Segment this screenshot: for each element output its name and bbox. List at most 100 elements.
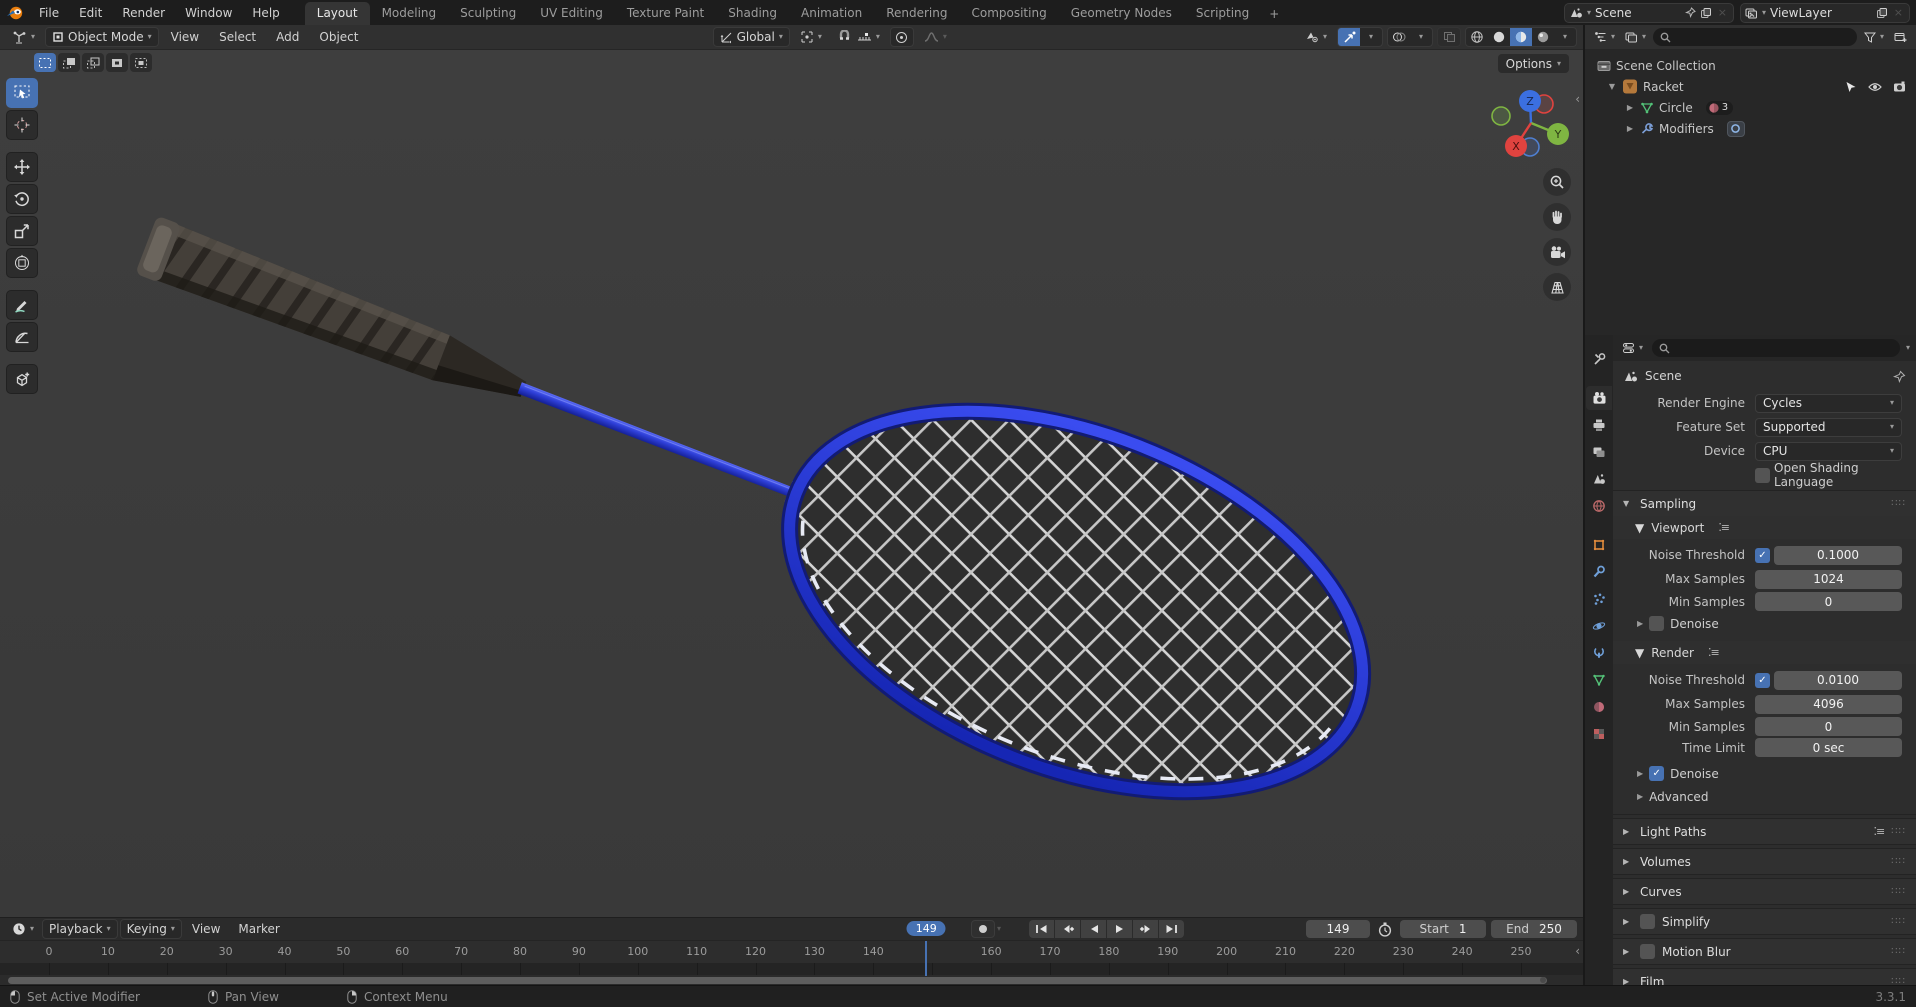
timeline-view-menu[interactable]: View <box>184 919 228 939</box>
viewport-3d[interactable]: Options ▾ Z Y X ‹ <box>0 50 1583 917</box>
zoom-icon[interactable] <box>1543 168 1571 196</box>
outliner-editor-type-button[interactable]: ▾ <box>1591 29 1618 45</box>
sampling-section-header[interactable]: ▼ Sampling ∷∷ <box>1613 491 1916 516</box>
tool-move[interactable] <box>6 152 38 182</box>
pin-icon[interactable] <box>1893 370 1906 383</box>
playhead-frame-pill[interactable]: 149 <box>906 921 946 936</box>
tab-output-properties[interactable] <box>1586 413 1612 437</box>
grip-dots-icon[interactable]: ∷∷ <box>1891 976 1906 985</box>
outliner-filter-button[interactable]: ▾ <box>1861 30 1887 45</box>
jump-to-end-button[interactable] <box>1159 920 1184 938</box>
copy-icon[interactable] <box>1700 7 1712 19</box>
play-reverse-button[interactable] <box>1081 920 1106 938</box>
new-collection-button[interactable] <box>1891 29 1910 45</box>
tab-constraint-properties[interactable] <box>1586 641 1612 665</box>
section-film[interactable]: ▶ Film ∷∷ <box>1613 968 1916 985</box>
menu-edit[interactable]: Edit <box>70 3 111 23</box>
properties-search-input[interactable] <box>1652 339 1900 357</box>
grip-dots-icon[interactable]: ∷∷ <box>1891 826 1906 837</box>
section-light-paths[interactable]: ▶ Light Paths ⁚≡ ∷∷ <box>1613 818 1916 845</box>
disclosure-expanded-icon[interactable]: ▼ <box>1607 82 1617 91</box>
tab-particle-properties[interactable] <box>1586 587 1612 611</box>
snap-toggle[interactable] <box>832 28 853 46</box>
auto-key-button[interactable] <box>970 920 995 938</box>
viewport-denoise-checkbox[interactable]: ✓ <box>1649 616 1665 631</box>
jump-to-start-button[interactable] <box>1029 920 1054 938</box>
shading-wireframe[interactable] <box>1466 28 1488 46</box>
timeline-scrollbar[interactable] <box>8 976 1547 984</box>
eye-icon[interactable] <box>1868 82 1882 92</box>
device-dropdown[interactable]: CPU ▾ <box>1755 441 1902 461</box>
tool-transform[interactable] <box>6 248 38 278</box>
menu-render[interactable]: Render <box>113 3 174 23</box>
outliner-row-scene-collection[interactable]: Scene Collection <box>1589 55 1912 76</box>
sampling-render-header[interactable]: ▼ Render ⁚≡ <box>1613 641 1916 664</box>
render-noise-threshold-checkbox[interactable]: ✓ <box>1755 672 1770 688</box>
play-button[interactable] <box>1107 920 1132 938</box>
select-mode-intersect[interactable] <box>130 53 152 72</box>
overlays-options[interactable]: ▾ <box>1410 28 1432 46</box>
overlays-toggle[interactable] <box>1388 28 1410 46</box>
tab-world-properties[interactable] <box>1586 494 1612 518</box>
material-count-badge[interactable]: 3 <box>1705 100 1734 115</box>
tab-uv-editing[interactable]: UV Editing <box>528 2 615 25</box>
tab-compositing[interactable]: Compositing <box>959 2 1058 25</box>
timeline-editor-type-button[interactable]: ▾ <box>6 920 40 938</box>
select-mode-extend[interactable] <box>58 53 80 72</box>
pointer-icon[interactable] <box>1845 81 1857 93</box>
shading-material-preview[interactable] <box>1510 28 1533 46</box>
region-collapse-arrow[interactable]: ‹ <box>1575 92 1580 106</box>
tool-select-box[interactable] <box>6 78 38 108</box>
render-min-samples-field[interactable]: 0 <box>1755 717 1902 736</box>
outliner-display-mode[interactable]: ▾ <box>1622 29 1649 45</box>
menu-object[interactable]: Object <box>311 27 366 47</box>
mode-selector[interactable]: Object Mode ▾ <box>45 27 159 47</box>
close-icon[interactable]: × <box>1892 6 1905 19</box>
disclosure-collapsed-icon[interactable]: ▶ <box>1625 103 1635 112</box>
menu-window[interactable]: Window <box>176 3 241 23</box>
grip-dots-icon[interactable]: ∷∷ <box>1891 946 1906 957</box>
hand-icon[interactable] <box>1543 203 1571 231</box>
tab-modeling[interactable]: Modeling <box>370 2 449 25</box>
proportional-falloff-selector[interactable]: ▾ <box>918 29 953 45</box>
timeline-playhead[interactable]: 149 <box>906 921 946 976</box>
tool-cursor[interactable] <box>6 110 38 140</box>
frame-start-field[interactable]: Start 1 <box>1400 920 1486 938</box>
motion-blur-checkbox[interactable]: ✓ <box>1640 944 1655 959</box>
tool-measure[interactable] <box>6 322 38 352</box>
tab-sculpting[interactable]: Sculpting <box>448 2 528 25</box>
current-frame-field[interactable]: 149 <box>1306 920 1370 938</box>
disclosure-collapsed-icon[interactable]: ▶ <box>1625 124 1635 133</box>
tab-rendering[interactable]: Rendering <box>874 2 959 25</box>
grip-dots-icon[interactable]: ∷∷ <box>1891 498 1906 509</box>
proportional-editing-toggle[interactable] <box>889 27 914 47</box>
tool-annotate[interactable] <box>6 290 38 320</box>
menu-file[interactable]: File <box>30 3 68 23</box>
time-limit-field[interactable]: 0 sec <box>1755 738 1902 757</box>
advanced-row[interactable]: ▶ Advanced <box>1613 785 1916 808</box>
tab-view-layer-properties[interactable] <box>1586 440 1612 464</box>
render-engine-dropdown[interactable]: Cycles ▾ <box>1755 393 1902 413</box>
chevron-down-icon[interactable]: ▾ <box>1906 344 1910 352</box>
add-workspace-button[interactable]: + <box>1261 3 1287 25</box>
view-camera-icon[interactable] <box>1543 238 1571 266</box>
outliner-row-circle[interactable]: ▶ Circle 3 <box>1589 97 1912 118</box>
select-mode-invert[interactable] <box>106 53 128 72</box>
noise-threshold-field[interactable]: 0.1000 <box>1774 545 1902 565</box>
screw-modifier-icon[interactable] <box>1726 120 1745 137</box>
next-keyframe-button[interactable] <box>1133 920 1158 938</box>
tab-tool[interactable] <box>1586 347 1612 371</box>
select-mode-new[interactable] <box>34 53 56 72</box>
section-curves[interactable]: ▶ Curves ∷∷ <box>1613 878 1916 905</box>
copy-icon[interactable] <box>1876 7 1888 19</box>
frame-end-field[interactable]: End 250 <box>1491 920 1577 938</box>
tool-rotate[interactable] <box>6 184 38 214</box>
tool-scale[interactable] <box>6 216 38 246</box>
tab-material-properties[interactable] <box>1586 695 1612 719</box>
shading-solid[interactable] <box>1488 28 1510 46</box>
tab-object-properties[interactable] <box>1586 533 1612 557</box>
simplify-checkbox[interactable]: ✓ <box>1640 914 1655 929</box>
max-samples-field[interactable]: 1024 <box>1755 569 1902 589</box>
keying-menu[interactable]: Keying ▾ <box>119 919 182 939</box>
tab-texture-paint[interactable]: Texture Paint <box>615 2 716 25</box>
